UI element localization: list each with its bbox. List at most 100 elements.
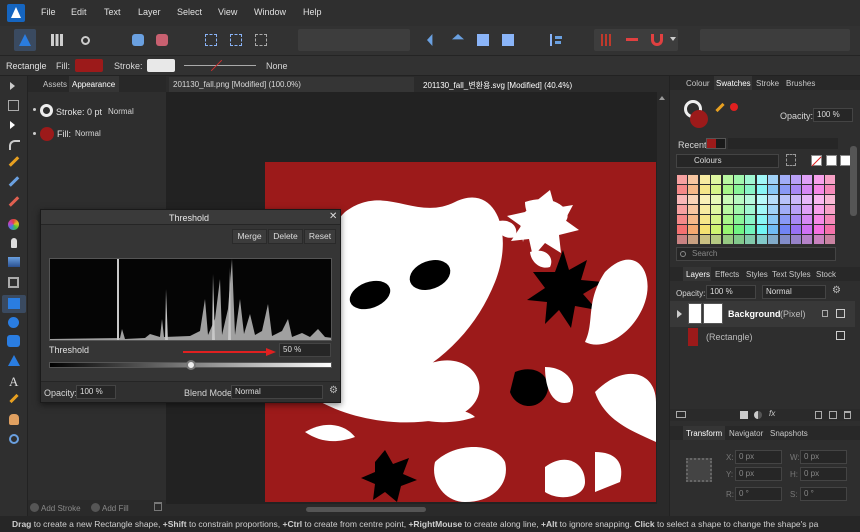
preferences-button[interactable] <box>151 29 173 51</box>
swatch[interactable] <box>779 215 790 224</box>
swatch[interactable] <box>779 235 790 244</box>
opacity-dropdown[interactable]: 100 % <box>76 385 116 399</box>
triangle-tool-icon[interactable] <box>8 355 20 366</box>
blend-mode-dropdown[interactable]: Normal <box>231 385 323 399</box>
swatch[interactable] <box>711 225 722 234</box>
swatch[interactable] <box>734 225 744 234</box>
swatch[interactable] <box>677 205 687 214</box>
swatch[interactable] <box>756 185 767 194</box>
node-tool-icon[interactable] <box>10 121 15 129</box>
swatch[interactable] <box>779 225 790 234</box>
transform-s-input[interactable]: 0 ° <box>800 487 847 501</box>
swatch[interactable] <box>779 205 790 214</box>
swatch[interactable] <box>711 175 722 184</box>
swatch[interactable] <box>722 205 733 214</box>
tab-snapshots[interactable]: Snapshots <box>770 429 808 438</box>
merge-button[interactable]: Merge <box>232 229 267 244</box>
ellipse-tool-icon[interactable] <box>8 317 19 328</box>
tab-stock[interactable]: Stock <box>816 270 836 279</box>
swatch[interactable] <box>825 185 836 194</box>
swatch[interactable] <box>699 235 710 244</box>
swatch[interactable] <box>791 225 801 234</box>
tab-text-styles[interactable]: Text Styles <box>772 270 811 279</box>
swatch[interactable] <box>813 215 824 224</box>
visibility-checkbox-rectangle[interactable] <box>836 331 845 340</box>
expand-icon[interactable] <box>677 310 682 318</box>
transform-y-input[interactable]: 0 px <box>735 467 782 481</box>
transform-x-input[interactable]: 0 px <box>735 450 782 464</box>
swatch[interactable] <box>745 175 756 184</box>
swatch[interactable] <box>779 195 790 204</box>
swatch[interactable] <box>756 175 767 184</box>
swatch[interactable] <box>688 175 699 184</box>
swatch[interactable] <box>802 225 813 234</box>
palette-dropdown[interactable]: Colours <box>676 154 779 168</box>
swatch[interactable] <box>825 215 836 224</box>
swatch[interactable] <box>756 235 767 244</box>
recent-colours[interactable] <box>706 138 726 149</box>
palette-options-icon[interactable] <box>786 154 796 166</box>
tab-assets[interactable]: Assets <box>43 80 67 89</box>
swatch[interactable] <box>745 205 756 214</box>
visibility-checkbox-background[interactable] <box>836 309 845 318</box>
swatch[interactable] <box>745 185 756 194</box>
swatch[interactable] <box>756 225 767 234</box>
rounded-rectangle-tool-icon[interactable] <box>7 335 20 347</box>
swatch[interactable] <box>711 205 722 214</box>
swatch[interactable] <box>688 235 699 244</box>
swatch[interactable] <box>768 195 779 204</box>
layer-settings-icon[interactable]: ⚙ <box>832 285 841 296</box>
crop-tool-icon[interactable] <box>8 277 19 288</box>
swatch-search-input[interactable]: Search <box>676 247 836 261</box>
hand-tool-icon[interactable] <box>9 414 19 425</box>
swatch[interactable] <box>699 205 710 214</box>
swatch[interactable] <box>825 205 836 214</box>
menu-text[interactable]: Text <box>104 7 121 17</box>
swatch[interactable] <box>756 215 767 224</box>
swatch[interactable] <box>791 185 801 194</box>
swatch[interactable] <box>734 215 744 224</box>
swatch[interactable] <box>711 235 722 244</box>
swatch[interactable] <box>756 205 767 214</box>
transform-r-input[interactable]: 0 ° <box>735 487 782 501</box>
menu-edit[interactable]: Edit <box>71 7 87 17</box>
swatch[interactable] <box>711 185 722 194</box>
swatch[interactable] <box>699 195 710 204</box>
tab-styles[interactable]: Styles <box>746 270 768 279</box>
layer-row-rectangle[interactable]: (Rectangle) <box>670 327 855 346</box>
transform-w-input[interactable]: 0 px <box>800 450 847 464</box>
tab-layers[interactable]: Layers <box>686 270 710 279</box>
layer-row-background[interactable]: Background (Pixel) <box>670 301 855 327</box>
menu-view[interactable]: View <box>218 7 237 17</box>
fx-icon[interactable]: fx <box>769 409 775 418</box>
swatch[interactable] <box>699 225 710 234</box>
swatch[interactable] <box>825 225 836 234</box>
swatch[interactable] <box>677 235 687 244</box>
corner-tool-icon[interactable] <box>9 140 20 150</box>
swatch[interactable] <box>745 225 756 234</box>
swatch[interactable] <box>768 205 779 214</box>
swatch[interactable] <box>688 195 699 204</box>
swatch[interactable] <box>699 175 710 184</box>
lock-icon[interactable] <box>822 310 828 317</box>
close-icon[interactable]: ✕ <box>329 211 337 222</box>
swatch[interactable] <box>745 215 756 224</box>
snapping-magnet-button[interactable] <box>646 29 668 51</box>
swatch[interactable] <box>722 195 733 204</box>
stroke-ring-icon[interactable] <box>40 104 53 117</box>
swatch[interactable] <box>813 205 824 214</box>
fill-tool-icon[interactable] <box>8 219 19 230</box>
anchor-selector-icon[interactable] <box>686 458 712 482</box>
swatch[interactable] <box>813 235 824 244</box>
layer-opacity-dropdown[interactable]: 100 % <box>706 285 756 299</box>
swatch[interactable] <box>802 215 813 224</box>
swatch[interactable] <box>711 195 722 204</box>
swatch[interactable] <box>813 195 824 204</box>
swatch[interactable] <box>677 225 687 234</box>
swatch[interactable] <box>802 175 813 184</box>
stroke-style-label[interactable]: None <box>266 61 288 71</box>
fill-circle-icon[interactable] <box>40 127 54 141</box>
rectangle-tool-button[interactable] <box>2 295 26 313</box>
gear-icon[interactable]: ⚙ <box>329 385 338 396</box>
swatch[interactable] <box>825 235 836 244</box>
